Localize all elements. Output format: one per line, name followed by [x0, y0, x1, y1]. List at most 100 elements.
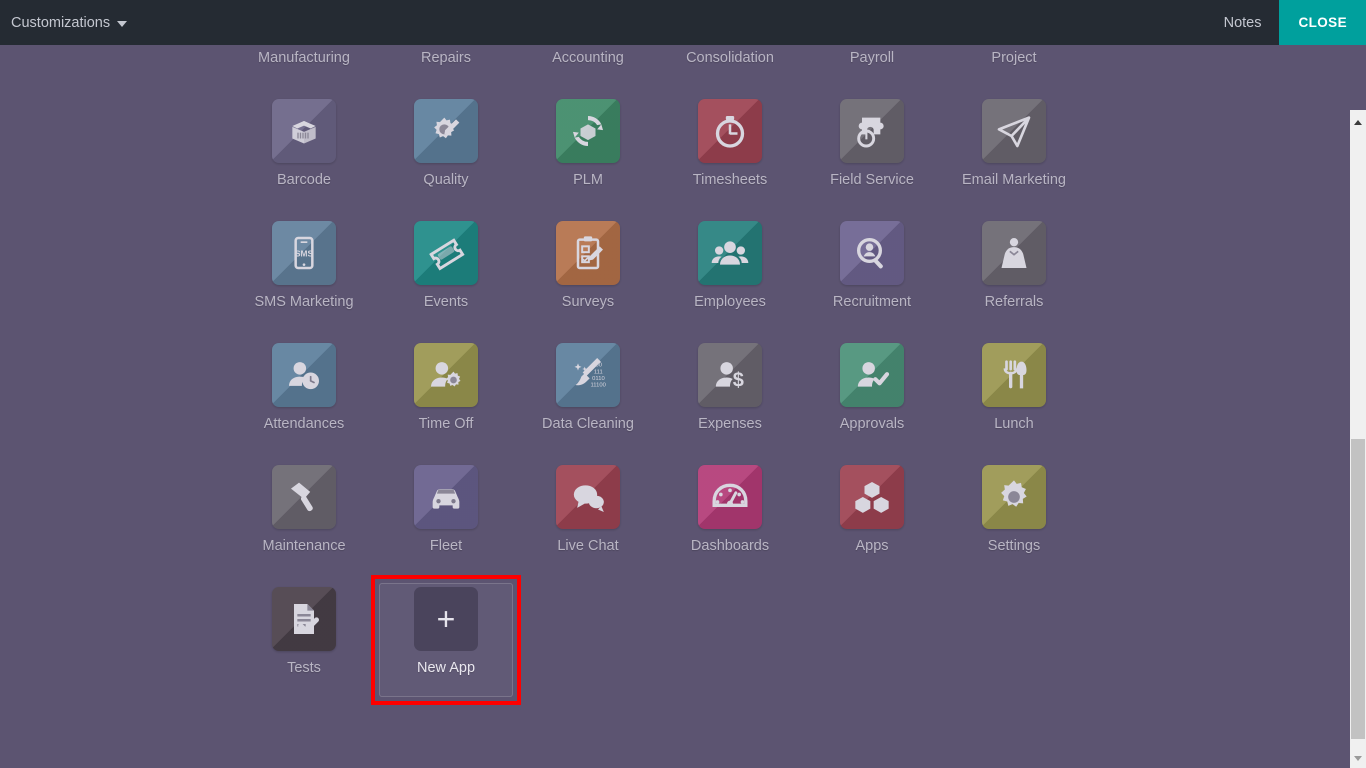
app-tile-label: SMS Marketing — [254, 294, 354, 310]
fork-knife-icon — [982, 343, 1046, 407]
app-tile-label: Live Chat — [557, 538, 619, 554]
app-tile-label: Email Marketing — [962, 172, 1066, 188]
people-group-icon — [698, 221, 762, 285]
app-tile-label: Events — [423, 294, 469, 310]
app-tile-field-service[interactable]: Field Service — [801, 91, 943, 213]
app-tile-manufacturing[interactable]: Manufacturing — [233, 45, 375, 91]
app-tile-tests[interactable]: Tests — [233, 579, 375, 701]
app-tile-label: Attendances — [263, 416, 345, 432]
app-tile-sms-marketing[interactable]: SMS SMS Marketing — [233, 213, 375, 335]
app-tile-dashboards[interactable]: Dashboards — [659, 457, 801, 579]
app-tile-label: Surveys — [561, 294, 615, 310]
scrollbar-gap — [1350, 45, 1366, 110]
notes-button[interactable]: Notes — [1206, 0, 1280, 45]
scrollbar-up-button[interactable] — [1350, 114, 1366, 130]
app-tile-label: Approvals — [839, 416, 905, 432]
notes-button-label: Notes — [1223, 14, 1262, 31]
stopwatch-icon — [698, 99, 762, 163]
svg-text:SMS: SMS — [295, 248, 313, 258]
customizations-menu-label: Customizations — [11, 14, 111, 31]
app-tile-label: Timesheets — [692, 172, 768, 188]
app-tile-label: Payroll — [849, 50, 895, 66]
hammer-icon — [272, 465, 336, 529]
app-tile-label: Consolidation — [686, 50, 774, 66]
svg-text:11100: 11100 — [591, 383, 607, 389]
cubes-icon — [840, 465, 904, 529]
svg-text:111: 111 — [594, 369, 603, 375]
app-tile-events[interactable]: Events — [375, 213, 517, 335]
app-tile-label: Fleet — [429, 538, 463, 554]
phone-sms-icon: SMS — [272, 221, 336, 285]
app-tile-email-marketing[interactable]: Email Marketing — [943, 91, 1085, 213]
person-check-icon — [840, 343, 904, 407]
car-icon — [414, 465, 478, 529]
app-tile-recruitment[interactable]: Recruitment — [801, 213, 943, 335]
app-tile-referrals[interactable]: Referrals — [943, 213, 1085, 335]
gear-icon — [982, 465, 1046, 529]
app-tile-label: Referrals — [984, 294, 1044, 310]
app-tile-surveys[interactable]: Surveys — [517, 213, 659, 335]
close-button[interactable]: CLOSE — [1279, 0, 1366, 45]
app-tile-employees[interactable]: Employees — [659, 213, 801, 335]
app-tile-time-off[interactable]: Time Off — [375, 335, 517, 457]
app-tile-label: Field Service — [830, 172, 914, 188]
app-tile-apps[interactable]: Apps — [801, 457, 943, 579]
app-tile-timesheets[interactable]: Timesheets — [659, 91, 801, 213]
svg-text:00: 00 — [596, 363, 603, 369]
app-tile-project[interactable]: Project — [943, 45, 1085, 91]
chevron-down-icon — [117, 20, 128, 27]
svg-text:$: $ — [733, 370, 744, 392]
scrollbar-down-button[interactable] — [1350, 750, 1366, 766]
app-tile-label: Tests — [287, 660, 321, 676]
app-tile-label: PLM — [573, 172, 603, 188]
app-tile-label: Recruitment — [832, 294, 912, 310]
app-tile-label: Data Cleaning — [542, 416, 634, 432]
app-tile-label: Settings — [987, 538, 1041, 554]
person-clock-icon — [272, 343, 336, 407]
gauge-icon — [698, 465, 762, 529]
app-tile-settings[interactable]: Settings — [943, 457, 1085, 579]
app-tile-attendances[interactable]: Attendances — [233, 335, 375, 457]
open-box-barcode-icon — [272, 99, 336, 163]
customizations-menu[interactable]: Customizations — [11, 14, 128, 31]
app-tile-accounting[interactable]: Accounting — [517, 45, 659, 91]
app-tile-live-chat[interactable]: Live Chat — [517, 457, 659, 579]
app-tile-approvals[interactable]: Approvals — [801, 335, 943, 457]
app-tile-label: Manufacturing — [258, 50, 350, 66]
app-tile-consolidation[interactable]: Consolidation — [659, 45, 801, 91]
svg-text:0110: 0110 — [592, 376, 605, 382]
app-tile-label: Maintenance — [262, 538, 346, 554]
app-tile-expenses[interactable]: $ Expenses — [659, 335, 801, 457]
app-tile-label: Apps — [855, 538, 889, 554]
app-tile-plm[interactable]: PLM — [517, 91, 659, 213]
app-tile-label: Expenses — [698, 416, 762, 432]
app-tile-repairs[interactable]: Repairs — [375, 45, 517, 91]
app-tile-label: Lunch — [994, 416, 1034, 432]
app-tile-quality[interactable]: Quality — [375, 91, 517, 213]
plus-icon: + — [414, 587, 478, 651]
app-tile-barcode[interactable]: Barcode — [233, 91, 375, 213]
app-tile-label: Repairs — [421, 50, 471, 66]
app-tile-maintenance[interactable]: Maintenance — [233, 457, 375, 579]
clipboard-pencil-icon — [556, 221, 620, 285]
app-tile-data-cleaning[interactable]: 00 111 0110 11100 Data Cleaning — [517, 335, 659, 457]
plus-glyph: + — [436, 601, 456, 637]
triangle-down-icon — [1354, 755, 1362, 761]
person-gear-icon — [414, 343, 478, 407]
ticket-icon — [414, 221, 478, 285]
app-tile-new-app[interactable]: + New App — [371, 575, 521, 705]
app-tile-label: Barcode — [276, 172, 331, 188]
broom-binary-icon: 00 111 0110 11100 — [556, 343, 620, 407]
top-bar-actions: Notes CLOSE — [1206, 0, 1366, 45]
document-check-icon — [272, 587, 336, 651]
vertical-scrollbar[interactable] — [1350, 110, 1366, 768]
app-tile-label: New App — [416, 660, 476, 676]
app-tile-lunch[interactable]: Lunch — [943, 335, 1085, 457]
puzzle-stopwatch-icon — [840, 99, 904, 163]
app-tile-fleet[interactable]: Fleet — [375, 457, 517, 579]
paper-plane-icon — [982, 99, 1046, 163]
scrollbar-thumb[interactable] — [1351, 439, 1365, 739]
cycle-box-icon — [556, 99, 620, 163]
app-tile-payroll[interactable]: Payroll — [801, 45, 943, 91]
app-tile-label: Dashboards — [690, 538, 770, 554]
